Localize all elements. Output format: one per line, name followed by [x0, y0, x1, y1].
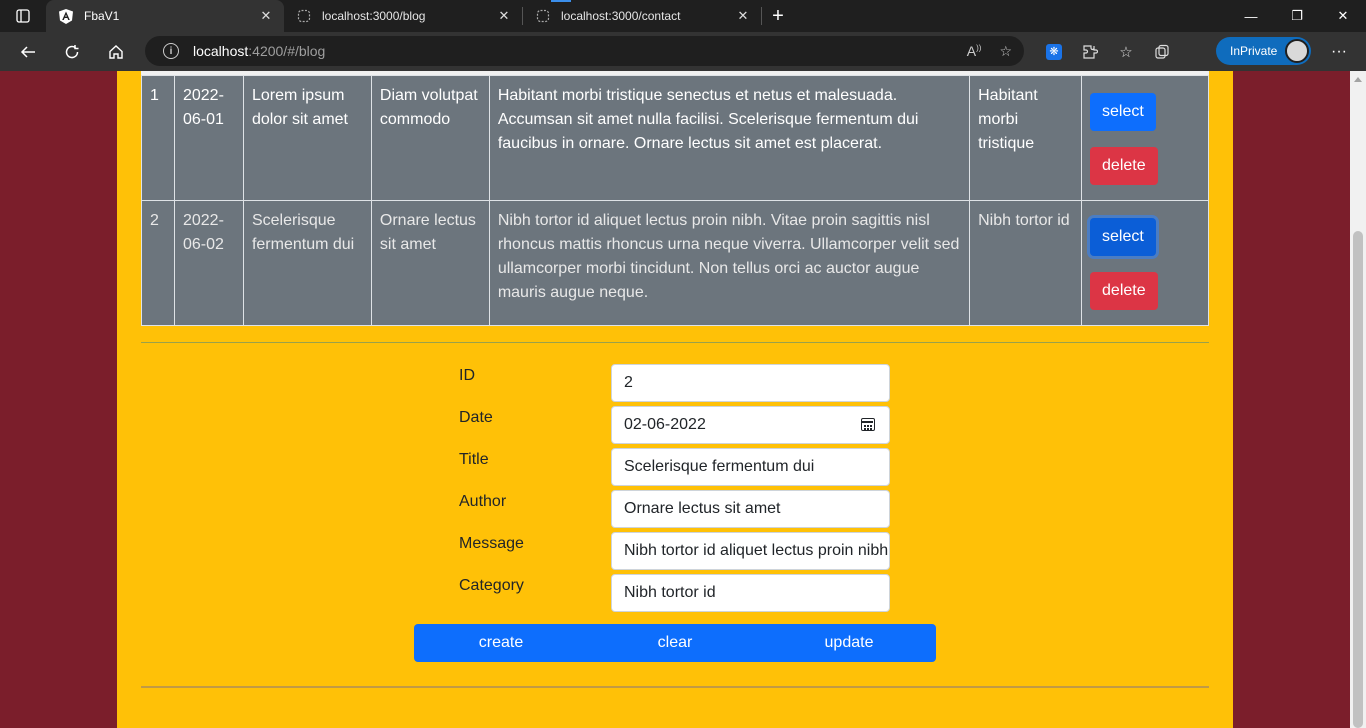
clear-button[interactable]: clear	[588, 624, 762, 662]
browser-toolbar: i localhost:4200/#/blog A)) ☆ ❋ ☆ InPriv…	[0, 32, 1366, 71]
date-row: Date 02-06-2022	[459, 406, 891, 444]
minimize-icon[interactable]: —	[1228, 0, 1274, 32]
tab-blog[interactable]: localhost:3000/blog ✕	[284, 0, 522, 32]
select-button[interactable]: select	[1090, 218, 1156, 256]
cell-actions: select delete	[1081, 75, 1209, 201]
calendar-icon[interactable]	[861, 418, 875, 431]
author-label: Author	[459, 493, 507, 510]
cell-title: Lorem ipsum dolor sit amet	[242, 75, 372, 201]
back-icon[interactable]	[6, 32, 50, 71]
date-value: 02-06-2022	[624, 416, 706, 433]
id-input[interactable]: 2	[611, 364, 890, 402]
extensions-icon[interactable]	[1072, 32, 1108, 71]
home-icon[interactable]	[94, 32, 138, 71]
new-tab-icon[interactable]: +	[762, 0, 794, 32]
add-favorite-icon[interactable]: ☆	[999, 43, 1012, 60]
category-row: Category Nibh tortor id	[459, 574, 891, 612]
cell-author: Diam volutpat commodo	[370, 75, 490, 201]
close-window-icon[interactable]: ✕	[1320, 0, 1366, 32]
cell-date: 2022-06-02	[173, 200, 244, 326]
tab-strip: FbaV1 ✕ localhost:3000/blog ✕ localhost:…	[0, 0, 1366, 32]
delete-button[interactable]: delete	[1090, 272, 1158, 310]
close-tab-icon[interactable]: ✕	[258, 8, 274, 24]
close-tab-icon[interactable]: ✕	[496, 8, 512, 24]
id-label: ID	[459, 367, 475, 384]
vertical-scrollbar[interactable]	[1350, 71, 1366, 728]
inprivate-button[interactable]: InPrivate	[1216, 37, 1311, 65]
close-tab-icon[interactable]: ✕	[735, 8, 751, 24]
extension-badge-icon[interactable]: ❋	[1036, 32, 1072, 71]
form-button-group: create clear update	[414, 624, 936, 662]
url-path: :4200/#/blog	[248, 43, 326, 59]
inprivate-label: InPrivate	[1230, 44, 1278, 58]
cell-category: Habitant morbi tristique	[969, 75, 1083, 201]
date-label: Date	[459, 409, 493, 426]
cell-category: Nibh tortor id	[969, 200, 1083, 326]
cell-actions: select delete	[1081, 200, 1209, 326]
tab-title: localhost:3000/blog	[322, 9, 426, 23]
tab-actions-icon[interactable]	[0, 0, 46, 32]
address-bar-icons: A)) ☆	[967, 36, 1012, 66]
tab-title: FbaV1	[84, 9, 120, 23]
id-row: ID 2	[459, 364, 891, 402]
tab-loading-indicator	[551, 0, 571, 2]
scrollbar-thumb[interactable]	[1353, 231, 1363, 728]
window-controls: — ❐ ✕	[1228, 0, 1366, 32]
category-label: Category	[459, 577, 524, 594]
read-aloud-icon[interactable]: A))	[967, 43, 982, 59]
profile-avatar	[1285, 39, 1309, 63]
date-input[interactable]: 02-06-2022	[611, 406, 890, 444]
tab-contact[interactable]: localhost:3000/contact ✕	[523, 0, 761, 32]
refresh-icon[interactable]	[50, 32, 94, 71]
url-host: localhost	[193, 43, 249, 59]
title-row: Title Scelerisque fermentum dui	[459, 448, 891, 486]
divider	[141, 342, 1209, 343]
tab-fbav1[interactable]: FbaV1 ✕	[46, 0, 284, 32]
cell-id: 2	[141, 200, 175, 326]
table-row: 1 2022-06-01 Lorem ipsum dolor sit amet …	[141, 75, 1209, 201]
toolbar-right: ❋ ☆	[1036, 32, 1180, 71]
cell-message: Habitant morbi tristique senectus et net…	[488, 75, 971, 201]
author-row: Author Ornare lectus sit amet	[459, 490, 891, 528]
cell-id: 1	[141, 75, 175, 201]
restore-icon[interactable]: ❐	[1274, 0, 1320, 32]
message-label: Message	[459, 535, 524, 552]
cell-message: Nibh tortor id aliquet lectus proin nibh…	[488, 200, 971, 326]
page-icon	[296, 8, 312, 24]
create-button[interactable]: create	[414, 624, 588, 662]
scroll-up-icon[interactable]	[1354, 77, 1362, 82]
divider	[141, 686, 1209, 688]
author-input[interactable]: Ornare lectus sit amet	[611, 490, 890, 528]
cell-author: Ornare lectus sit amet	[370, 200, 490, 326]
message-input[interactable]: Nibh tortor id aliquet lectus proin nibh…	[611, 532, 890, 570]
delete-button[interactable]: delete	[1090, 147, 1158, 185]
angular-logo-icon	[58, 8, 74, 24]
favorites-icon[interactable]: ☆	[1108, 32, 1144, 71]
more-options-icon[interactable]: ···	[1322, 32, 1356, 71]
posts-table: 1 2022-06-01 Lorem ipsum dolor sit amet …	[141, 75, 1209, 326]
title-label: Title	[459, 451, 489, 468]
select-button[interactable]: select	[1090, 93, 1156, 131]
title-input[interactable]: Scelerisque fermentum dui	[611, 448, 890, 486]
category-input[interactable]: Nibh tortor id	[611, 574, 890, 612]
cell-title: Scelerisque fermentum dui	[242, 200, 372, 326]
address-bar[interactable]: i localhost:4200/#/blog A)) ☆	[145, 36, 1024, 66]
table-row: 2 2022-06-02 Scelerisque fermentum dui O…	[141, 200, 1209, 326]
main-content: 1 2022-06-01 Lorem ipsum dolor sit amet …	[117, 71, 1233, 728]
page-icon	[535, 8, 551, 24]
page-viewport: 1 2022-06-01 Lorem ipsum dolor sit amet …	[0, 71, 1350, 728]
tab-title: localhost:3000/contact	[561, 9, 681, 23]
collections-icon[interactable]	[1144, 32, 1180, 71]
update-button[interactable]: update	[762, 624, 936, 662]
site-info-icon[interactable]: i	[163, 43, 179, 59]
cell-date: 2022-06-01	[173, 75, 244, 201]
message-row: Message Nibh tortor id aliquet lectus pr…	[459, 532, 891, 570]
